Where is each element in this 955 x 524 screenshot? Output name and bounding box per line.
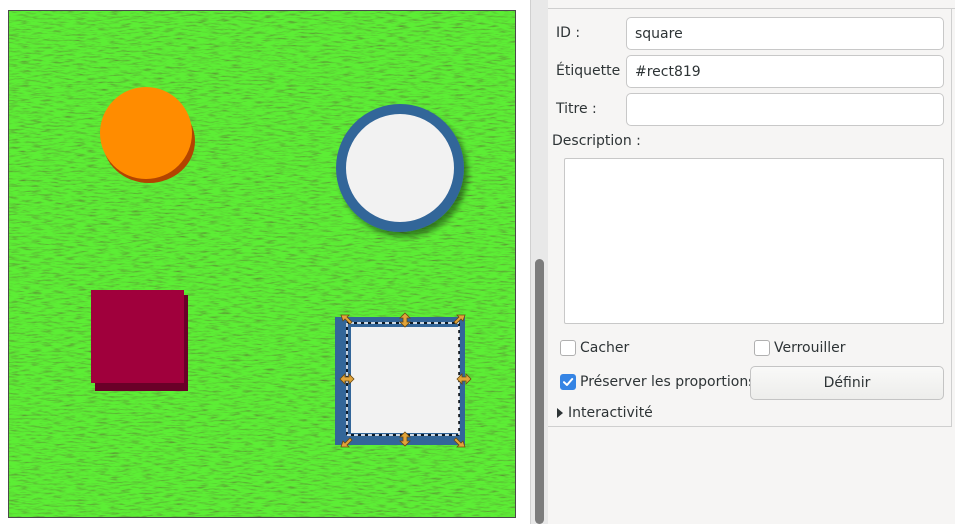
id-field[interactable] — [626, 17, 944, 50]
hide-checkbox[interactable] — [560, 340, 576, 356]
id-label: ID : — [556, 25, 581, 41]
description-label: Description : — [552, 133, 641, 149]
preserve-proportions-label[interactable]: Préserver les proportions — [580, 374, 756, 390]
object-properties-panel: ID : Étiquette : Titre : Description : C… — [548, 0, 955, 524]
checkmark-icon — [563, 378, 574, 386]
description-field[interactable] — [564, 158, 944, 324]
properties-form: ID : Étiquette : Titre : Description : C… — [548, 9, 952, 427]
drawing-page[interactable] — [8, 10, 516, 518]
preserve-proportions-checkbox[interactable] — [560, 374, 576, 390]
selected-square[interactable] — [335, 317, 465, 445]
set-button[interactable]: Définir — [750, 366, 944, 400]
canvas-vertical-scrollbar[interactable] — [530, 0, 549, 524]
interactivity-expander[interactable]: Interactivité — [568, 405, 653, 421]
title-field[interactable] — [626, 93, 944, 126]
blue-ring-circle[interactable] — [336, 104, 464, 232]
expander-triangle-icon[interactable] — [557, 408, 563, 418]
title-label: Titre : — [556, 101, 597, 117]
scrollbar-thumb[interactable] — [535, 259, 544, 524]
panel-header-strip — [548, 0, 955, 9]
lock-label[interactable]: Verrouiller — [774, 340, 846, 356]
label-field[interactable] — [626, 55, 944, 88]
crimson-rectangle[interactable] — [91, 290, 188, 391]
canvas-area[interactable] — [0, 0, 530, 524]
hide-label[interactable]: Cacher — [580, 340, 629, 356]
label-label: Étiquette : — [556, 63, 630, 79]
lock-checkbox[interactable] — [754, 340, 770, 356]
drawing-svg[interactable] — [9, 11, 516, 518]
